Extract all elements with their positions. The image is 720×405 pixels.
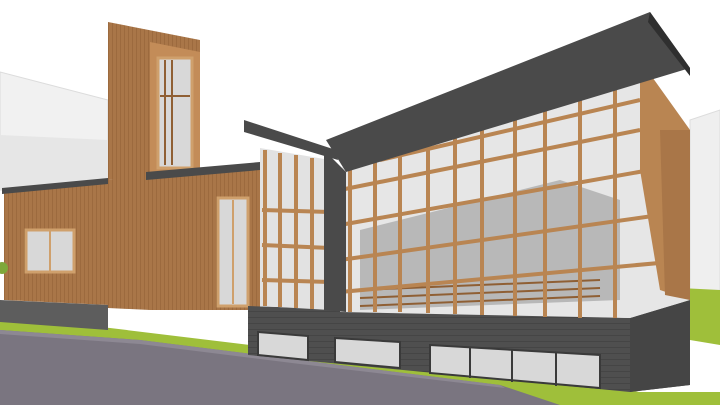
left-wing xyxy=(0,178,108,330)
rendered-scene xyxy=(0,0,720,405)
central-column xyxy=(324,150,346,312)
middle-block xyxy=(146,162,260,310)
